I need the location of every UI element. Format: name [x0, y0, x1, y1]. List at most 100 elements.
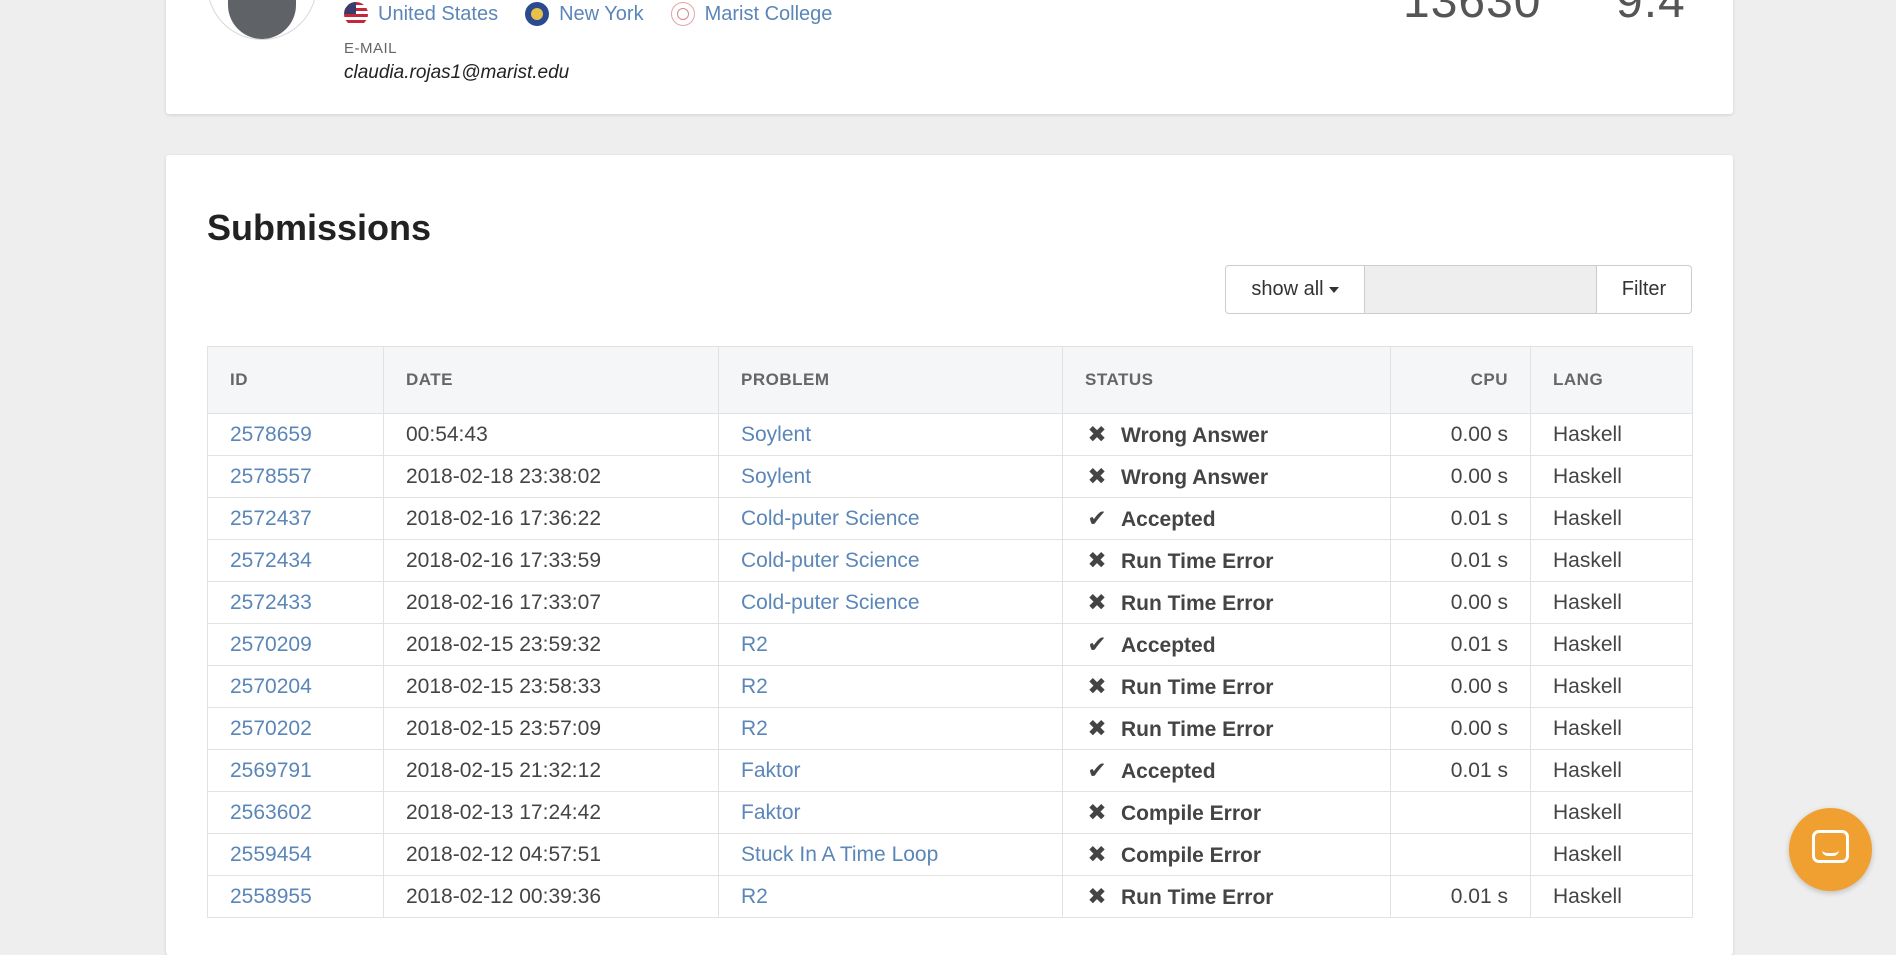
problem-link[interactable]: Cold-puter Science	[741, 549, 920, 572]
state-link[interactable]: New York	[559, 3, 644, 26]
avatar[interactable]	[207, 0, 317, 40]
table-row: 2570209 2018-02-15 23:59:32 R2 ✔ Accepted 0.0…	[207, 623, 1693, 666]
language: Haskell	[1530, 749, 1693, 792]
problem-link[interactable]: Soylent	[741, 465, 811, 488]
submission-id-link[interactable]: 2559454	[230, 843, 312, 866]
table-row: 2570202 2018-02-15 23:57:09 R2 ✖ Run Time Er…	[207, 707, 1693, 750]
cross-icon: ✖	[1087, 589, 1107, 615]
problem-cell: R2	[718, 875, 1063, 918]
submission-id-link[interactable]: 2578557	[230, 465, 312, 488]
language: Haskell	[1530, 413, 1693, 456]
submission-date: 2018-02-16 17:36:22	[383, 497, 719, 540]
problem-link[interactable]: Faktor	[741, 759, 801, 782]
status-cell: ✖ Run Time Error	[1062, 539, 1391, 582]
problem-cell: Cold-puter Science	[718, 581, 1063, 624]
submission-id-link[interactable]: 2558955	[230, 885, 312, 908]
submission-id-link[interactable]: 2572437	[230, 507, 312, 530]
cpu-time: 0.01 s	[1390, 539, 1531, 582]
problem-cell: Soylent	[718, 455, 1063, 498]
submission-date: 2018-02-15 23:58:33	[383, 665, 719, 708]
table-row: 2572433 2018-02-16 17:33:07 Cold-puter Sci…	[207, 581, 1693, 624]
problem-link[interactable]: R2	[741, 675, 768, 698]
language: Haskell	[1530, 455, 1693, 498]
language: Haskell	[1530, 707, 1693, 750]
status-cell: ✔ Accepted	[1062, 497, 1391, 540]
problem-link[interactable]: R2	[741, 717, 768, 740]
problem-cell: R2	[718, 665, 1063, 708]
problem-cell: Soylent	[718, 413, 1063, 456]
column-header-status[interactable]: STATUS	[1062, 346, 1391, 414]
submission-id-link[interactable]: 2570202	[230, 717, 312, 740]
filter-button[interactable]: Filter	[1597, 265, 1692, 314]
check-icon: ✔	[1087, 757, 1107, 783]
cross-icon: ✖	[1087, 463, 1107, 489]
submission-date: 2018-02-15 21:32:12	[383, 749, 719, 792]
table-row: 2572437 2018-02-16 17:36:22 Cold-puter Sci…	[207, 497, 1693, 540]
status-text: Run Time Error	[1121, 886, 1274, 909]
check-icon: ✔	[1087, 631, 1107, 657]
status-text: Run Time Error	[1121, 676, 1274, 699]
problem-link[interactable]: R2	[741, 885, 768, 908]
language: Haskell	[1530, 875, 1693, 918]
status-text: Accepted	[1121, 634, 1216, 657]
problem-link[interactable]: Faktor	[741, 801, 801, 824]
submission-id-cell: 2563602	[207, 791, 384, 834]
problem-link[interactable]: R2	[741, 633, 768, 656]
submission-date: 2018-02-16 17:33:07	[383, 581, 719, 624]
status-text: Run Time Error	[1121, 592, 1274, 615]
rank-value: 13630	[1403, 0, 1542, 28]
status-text: Compile Error	[1121, 844, 1262, 867]
status-cell: ✖ Run Time Error	[1062, 875, 1391, 918]
table-header-row: ID DATE PROBLEM STATUS CPU LANG	[207, 346, 1693, 414]
submission-id-link[interactable]: 2563602	[230, 801, 312, 824]
problem-link[interactable]: Soylent	[741, 423, 811, 446]
submission-date: 2018-02-12 04:57:51	[383, 833, 719, 876]
submission-id-cell: 2572433	[207, 581, 384, 624]
submission-id-link[interactable]: 2570209	[230, 633, 312, 656]
submissions-table: ID DATE PROBLEM STATUS CPU LANG 2578659 0…	[207, 346, 1693, 918]
column-header-date[interactable]: DATE	[383, 346, 719, 414]
problem-cell: Stuck In A Time Loop	[718, 833, 1063, 876]
school-link[interactable]: Marist College	[705, 3, 833, 26]
column-header-lang[interactable]: LANG	[1530, 346, 1693, 414]
submission-date: 2018-02-18 23:38:02	[383, 455, 719, 498]
cpu-time: 0.00 s	[1390, 665, 1531, 708]
cross-icon: ✖	[1087, 799, 1107, 825]
problem-link[interactable]: Cold-puter Science	[741, 591, 920, 614]
table-row: 2558955 2018-02-12 00:39:36 R2 ✖ Run Time Er…	[207, 875, 1693, 918]
chat-bubble-icon	[1812, 830, 1849, 863]
chat-launcher-button[interactable]	[1789, 808, 1872, 891]
status-cell: ✖ Run Time Error	[1062, 581, 1391, 624]
problem-link[interactable]: Cold-puter Science	[741, 507, 920, 530]
submission-id-cell: 2558955	[207, 875, 384, 918]
table-row: 2570204 2018-02-15 23:58:33 R2 ✖ Run Time Er…	[207, 665, 1693, 708]
status-cell: ✖ Run Time Error	[1062, 665, 1391, 708]
submission-id-link[interactable]: 2570204	[230, 675, 312, 698]
submission-id-link[interactable]: 2578659	[230, 423, 312, 446]
show-all-dropdown[interactable]: show all	[1225, 265, 1365, 314]
show-all-label: show all	[1251, 278, 1324, 300]
cpu-time: 0.00 s	[1390, 455, 1531, 498]
college-seal-icon	[670, 2, 695, 26]
column-header-problem[interactable]: PROBLEM	[718, 346, 1063, 414]
column-header-id[interactable]: ID	[207, 346, 384, 414]
state-item: New York	[525, 2, 644, 26]
submission-id-cell: 2570202	[207, 707, 384, 750]
problem-cell: Faktor	[718, 749, 1063, 792]
email-label: E-MAIL	[344, 40, 398, 57]
school-item: Marist College	[670, 2, 833, 26]
language: Haskell	[1530, 539, 1693, 582]
filter-input[interactable]	[1365, 265, 1597, 314]
column-header-cpu[interactable]: CPU	[1390, 346, 1531, 414]
submission-id-cell: 2572434	[207, 539, 384, 582]
country-link[interactable]: United States	[378, 3, 498, 26]
status-text: Compile Error	[1121, 802, 1262, 825]
submission-id-link[interactable]: 2569791	[230, 759, 312, 782]
problem-link[interactable]: Stuck In A Time Loop	[741, 843, 938, 866]
submission-id-link[interactable]: 2572434	[230, 549, 312, 572]
problem-cell: R2	[718, 707, 1063, 750]
status-cell: ✖ Compile Error	[1062, 833, 1391, 876]
submission-id-link[interactable]: 2572433	[230, 591, 312, 614]
problem-cell: R2	[718, 623, 1063, 666]
cpu-time: 0.01 s	[1390, 875, 1531, 918]
